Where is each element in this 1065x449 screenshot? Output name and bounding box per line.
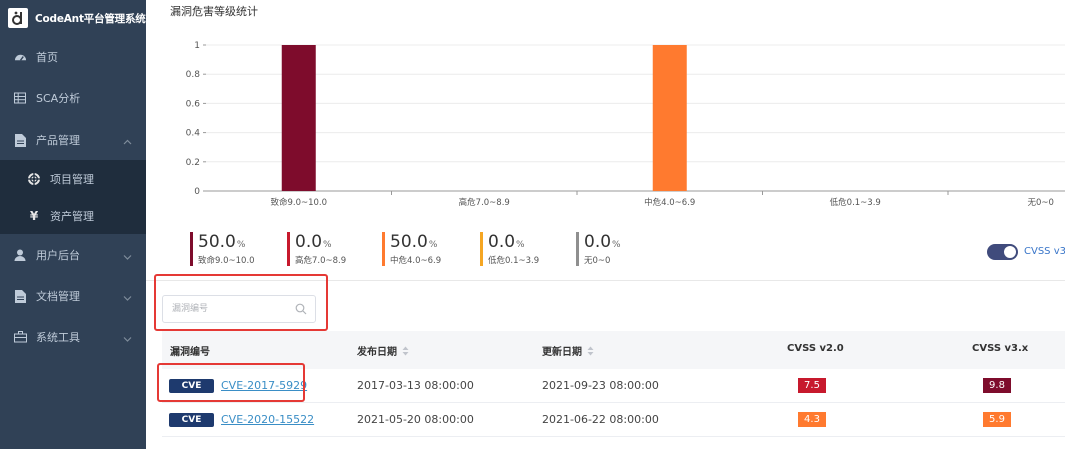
sidebar-item-user-admin[interactable]: 用户后台 xyxy=(0,235,146,275)
stat-label: 低危0.1~3.9 xyxy=(488,256,540,266)
logo-icon xyxy=(8,8,28,28)
vulnerability-link[interactable]: CVE-2020-15522 xyxy=(221,413,314,426)
lifebuoy-icon xyxy=(27,172,41,186)
stat-label: 无0~0 xyxy=(584,256,611,266)
stat-label: 高危7.0~8.9 xyxy=(295,256,347,266)
x-tick-label: 致命9.0~10.0 xyxy=(270,197,327,208)
published-date: 2017-03-13 08:00:00 xyxy=(357,379,474,392)
stat-percent: 0.0% xyxy=(488,232,525,252)
column-header-cvss2: CVSS v2.0 xyxy=(787,343,844,354)
document-icon xyxy=(13,289,27,303)
highlight-box-search xyxy=(154,274,328,331)
chevron-down-icon xyxy=(123,250,132,263)
table-row: CVE CVE-2020-15522 2021-05-20 08:00:00 2… xyxy=(162,403,1065,437)
stat-low: 0.0% 低危0.1~3.9 xyxy=(480,232,539,266)
sidebar-item-home[interactable]: 首页 xyxy=(0,37,146,77)
y-tick-label: 1 xyxy=(194,41,200,51)
severity-bar-chart: 0 0.2 0.4 0.6 0.8 1 致命9.0~10.0 高危7.0~8.9 中危4.0~6… xyxy=(186,41,1065,208)
sidebar-item-sca[interactable]: SCA分析 xyxy=(0,78,146,118)
chevron-down-icon xyxy=(123,291,132,304)
published-date: 2021-05-20 08:00:00 xyxy=(357,413,474,426)
cve-tag: CVE xyxy=(169,413,214,427)
sidebar: CodeAnt平台管理系统 首页 SCA分析 产品管理 项目管理 ¥ 资产管理 xyxy=(0,0,146,449)
column-header-cvss3: CVSS v3.x xyxy=(972,343,1029,354)
stat-label: 致命9.0~10.0 xyxy=(198,256,255,266)
stat-critical: 50.0% 致命9.0~10.0 xyxy=(190,232,255,266)
stat-high: 0.0% 高危7.0~8.9 xyxy=(287,232,346,266)
stat-medium: 50.0% 中危4.0~6.9 xyxy=(382,232,441,266)
bar-0 xyxy=(281,45,316,191)
stat-percent: 0.0% xyxy=(295,232,332,252)
stat-color-bar xyxy=(287,232,290,266)
cvss-toggle-label: CVSS v3 xyxy=(1024,246,1065,257)
y-tick-label: 0.2 xyxy=(186,158,200,168)
sidebar-item-label: 资产管理 xyxy=(50,209,94,223)
sidebar-item-project[interactable]: 项目管理 xyxy=(0,160,146,197)
sidebar-item-label: SCA分析 xyxy=(36,92,81,105)
sidebar-item-label: 首页 xyxy=(36,51,58,64)
user-icon xyxy=(13,248,27,262)
sort-icon[interactable] xyxy=(402,346,409,359)
yen-icon: ¥ xyxy=(29,208,39,223)
column-header-id: 漏洞编号 xyxy=(170,347,210,358)
stat-color-bar xyxy=(480,232,483,266)
highlight-box-cve-id xyxy=(157,363,305,402)
sidebar-item-label: 文档管理 xyxy=(36,290,80,303)
toolbox-icon xyxy=(13,330,27,344)
grid-icon xyxy=(13,91,27,105)
updated-date: 2021-09-23 08:00:00 xyxy=(542,379,659,392)
stat-percent: 50.0% xyxy=(198,232,246,252)
sidebar-item-label: 项目管理 xyxy=(50,172,94,186)
sidebar-item-label: 系统工具 xyxy=(36,331,80,344)
column-header-updated[interactable]: 更新日期 xyxy=(542,343,594,359)
x-tick-label: 中危4.0~6.9 xyxy=(644,197,695,208)
sidebar-item-asset[interactable]: ¥ 资产管理 xyxy=(0,197,146,234)
stat-color-bar xyxy=(190,232,193,266)
y-tick-label: 0 xyxy=(194,187,200,197)
bar-2 xyxy=(652,45,687,191)
cvss2-score-badge: 7.5 xyxy=(798,378,826,393)
sidebar-item-docs[interactable]: 文档管理 xyxy=(0,276,146,316)
stat-percent: 50.0% xyxy=(390,232,438,252)
stat-label: 中危4.0~6.9 xyxy=(390,256,442,266)
stat-color-bar xyxy=(382,232,385,266)
cvss3-score-badge: 5.9 xyxy=(983,412,1011,427)
dashboard-icon xyxy=(13,50,27,64)
x-tick-label: 高危7.0~8.9 xyxy=(459,197,510,208)
cvss3-score-badge: 9.8 xyxy=(983,378,1011,393)
sidebar-item-tools[interactable]: 系统工具 xyxy=(0,317,146,357)
chevron-down-icon xyxy=(123,332,132,345)
stat-percent: 0.0% xyxy=(584,232,621,252)
cvss2-score-badge: 4.3 xyxy=(798,412,826,427)
y-tick-label: 0.4 xyxy=(186,129,201,139)
chevron-up-icon xyxy=(123,135,132,148)
sort-icon[interactable] xyxy=(587,346,594,359)
cvss-version-toggle[interactable] xyxy=(987,244,1018,260)
y-tick-label: 0.6 xyxy=(186,99,201,109)
logo-row: CodeAnt平台管理系统 xyxy=(0,0,146,36)
toggle-knob xyxy=(1004,246,1016,258)
stat-color-bar xyxy=(576,232,579,266)
updated-date: 2021-06-22 08:00:00 xyxy=(542,413,659,426)
app-title: CodeAnt平台管理系统 xyxy=(35,12,146,25)
column-header-published[interactable]: 发布日期 xyxy=(357,343,409,359)
x-tick-label: 无0~0 xyxy=(1028,198,1054,208)
sidebar-item-product[interactable]: 产品管理 xyxy=(0,120,146,160)
y-tick-label: 0.8 xyxy=(186,70,201,80)
sidebar-item-label: 用户后台 xyxy=(36,249,80,262)
x-tick-label: 低危0.1~3.9 xyxy=(830,197,881,208)
document-icon xyxy=(13,133,27,147)
sidebar-item-label: 产品管理 xyxy=(36,134,80,147)
stat-none: 0.0% 无0~0 xyxy=(576,232,621,266)
main-content: 漏洞危害等级统计 0 0.2 0.4 0.6 0.8 1 致命9.0~10.0 高危7.0~8… xyxy=(146,0,1065,449)
